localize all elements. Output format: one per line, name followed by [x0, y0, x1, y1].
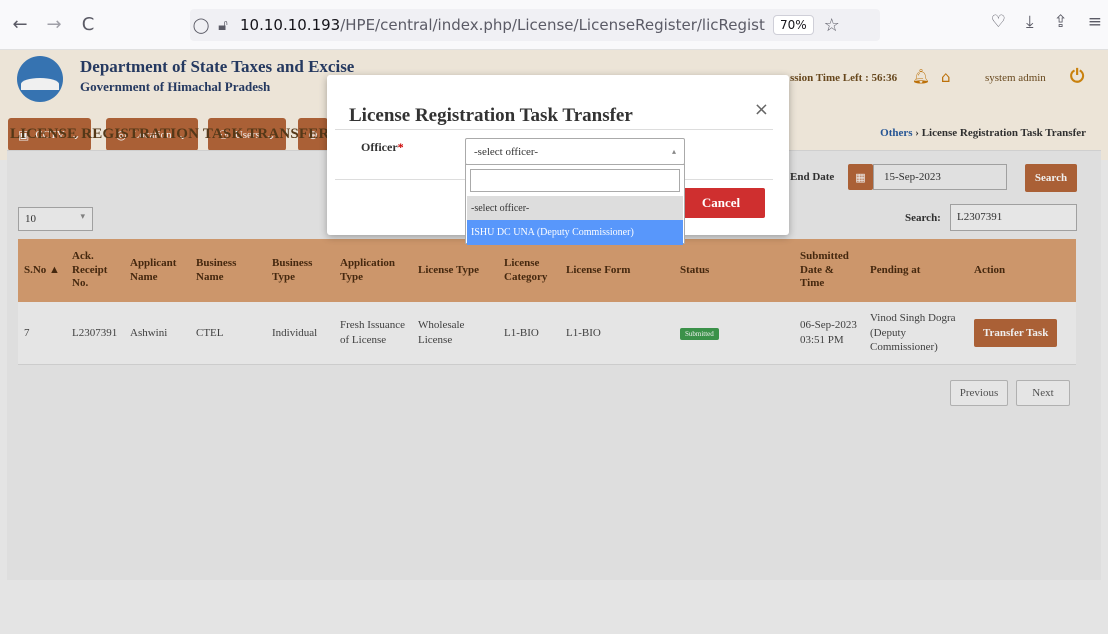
close-icon[interactable]: ×: [754, 99, 769, 120]
shield-icon[interactable]: ◯: [190, 16, 212, 34]
menu-icon[interactable]: ≡: [1088, 12, 1102, 32]
modal-title: License Registration Task Transfer: [349, 105, 633, 126]
officer-dropdown: -select officer- ISHU DC UNA (Deputy Com…: [465, 164, 685, 245]
cancel-button[interactable]: Cancel: [677, 188, 765, 218]
forward-button[interactable]: →: [40, 11, 68, 39]
dropdown-search-input[interactable]: [470, 169, 680, 192]
chevron-up-icon: ▴: [671, 147, 676, 156]
reload-button[interactable]: C: [74, 11, 102, 39]
bookmark-star-icon[interactable]: ☆: [824, 15, 840, 36]
share-icon[interactable]: ⇪: [1054, 12, 1068, 32]
officer-option[interactable]: ISHU DC UNA (Deputy Commissioner): [467, 220, 683, 245]
back-button[interactable]: ←: [6, 11, 34, 39]
downloads-icon[interactable]: ⤓: [1026, 12, 1034, 32]
browser-toolbar: ← → C ◯ 🔓︎ 10.10.10.193/HPE/central/inde…: [0, 0, 1108, 50]
modal-divider: [335, 129, 773, 130]
address-bar[interactable]: ◯ 🔓︎ 10.10.10.193/HPE/central/index.php/…: [190, 9, 880, 41]
officer-label: Officer*: [361, 140, 404, 154]
officer-option[interactable]: -select officer-: [467, 196, 683, 221]
officer-select[interactable]: -select officer- ▴: [465, 138, 685, 165]
pocket-icon[interactable]: ♡: [991, 12, 1006, 32]
insecure-lock-icon[interactable]: 🔓︎: [212, 16, 234, 34]
zoom-level[interactable]: 70%: [773, 15, 814, 35]
url-text[interactable]: 10.10.10.193/HPE/central/index.php/Licen…: [240, 16, 765, 34]
